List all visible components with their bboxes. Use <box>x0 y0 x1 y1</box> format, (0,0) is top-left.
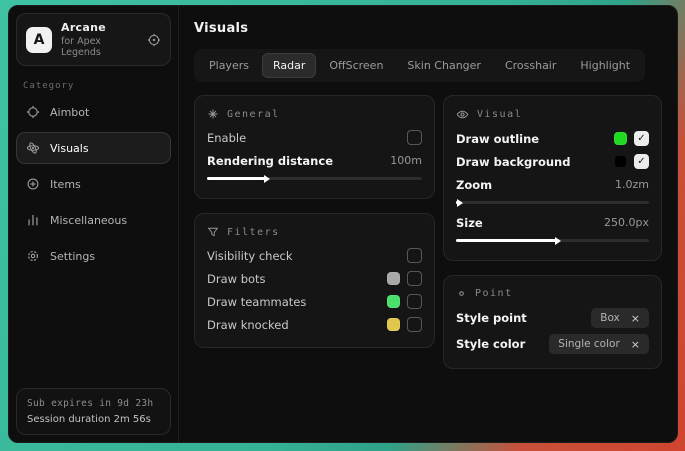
row-enable: Enable <box>207 126 422 149</box>
rendering-distance-value: 100m <box>390 154 422 167</box>
style-color-label: Style color <box>456 337 525 351</box>
bars-icon <box>26 213 40 227</box>
row-size: Size 250.0px <box>456 211 649 234</box>
sidebar-item-visuals[interactable]: Visuals <box>16 132 171 164</box>
style-point-label: Style point <box>456 311 527 325</box>
draw-teammates-checkbox[interactable] <box>407 294 422 309</box>
session-duration-text: Session duration 2m 56s <box>27 414 160 425</box>
slider-fill[interactable] <box>207 177 265 180</box>
tab-radar[interactable]: Radar <box>262 53 316 78</box>
zoom-label: Zoom <box>456 178 492 192</box>
row-visibility-check: Visibility check <box>207 244 422 267</box>
panel-visual: Visual Draw outline Draw background <box>443 95 662 261</box>
zoom-value: 1.0zm <box>615 178 649 191</box>
panel-visual-header: Visual <box>456 105 649 127</box>
row-draw-outline: Draw outline <box>456 127 649 150</box>
sidebar: A Arcane for Apex Legends Category <box>9 6 179 442</box>
session-card: Sub expires in 9d 23h Session duration 2… <box>16 388 171 435</box>
crosshair-icon <box>26 105 40 119</box>
app-logo: A <box>26 27 52 53</box>
row-style-point: Style point Box × <box>456 305 649 331</box>
size-slider[interactable] <box>456 239 649 242</box>
slider-fill[interactable] <box>456 201 458 204</box>
draw-bots-color-swatch[interactable] <box>387 272 400 285</box>
draw-knocked-checkbox[interactable] <box>407 317 422 332</box>
eye-icon <box>456 108 469 121</box>
size-value: 250.0px <box>604 216 649 229</box>
slider-fill[interactable] <box>456 239 556 242</box>
draw-background-color-swatch[interactable] <box>614 155 627 168</box>
visibility-check-checkbox[interactable] <box>407 248 422 263</box>
panel-general: General Enable Rendering distance 100m <box>194 95 435 199</box>
enable-checkbox[interactable] <box>407 130 422 145</box>
app-window: A Arcane for Apex Legends Category <box>8 5 678 443</box>
enable-label: Enable <box>207 131 246 145</box>
panel-filters-header: Filters <box>207 223 422 244</box>
size-label: Size <box>456 216 483 230</box>
sidebar-item-miscellaneous[interactable]: Miscellaneous <box>16 204 171 236</box>
row-rendering-distance: Rendering distance 100m <box>207 149 422 172</box>
page-title: Visuals <box>194 21 662 36</box>
row-draw-background: Draw background <box>456 150 649 173</box>
panel-point: Point Style point Box × Style color <box>443 275 662 369</box>
app-subtitle: for Apex Legends <box>61 36 129 58</box>
brand-card: A Arcane for Apex Legends <box>16 13 171 66</box>
sidebar-item-aimbot[interactable]: Aimbot <box>16 96 171 128</box>
tab-bar: Players Radar OffScreen Skin Changer Cro… <box>194 49 645 82</box>
sub-expiry-text: Sub expires in 9d 23h <box>27 398 160 409</box>
row-draw-knocked: Draw knocked <box>207 313 422 336</box>
style-point-select[interactable]: Box × <box>591 308 649 328</box>
sidebar-item-label: Aimbot <box>50 106 89 119</box>
draw-bots-checkbox[interactable] <box>407 271 422 286</box>
panel-general-header: General <box>207 105 422 126</box>
sidebar-item-label: Settings <box>50 250 95 263</box>
sidebar-item-label: Visuals <box>50 142 89 155</box>
row-draw-bots: Draw bots <box>207 267 422 290</box>
tab-crosshair[interactable]: Crosshair <box>494 53 567 78</box>
gear-icon <box>26 249 40 263</box>
tab-offscreen[interactable]: OffScreen <box>318 53 394 78</box>
dot-icon <box>456 288 467 299</box>
draw-outline-color-swatch[interactable] <box>614 132 627 145</box>
remove-icon[interactable]: × <box>631 339 640 350</box>
style-color-select[interactable]: Single color × <box>549 334 649 354</box>
desktop-background: A Arcane for Apex Legends Category <box>0 0 685 451</box>
draw-knocked-color-swatch[interactable] <box>387 318 400 331</box>
content-area: General Enable Rendering distance 100m <box>194 95 662 369</box>
remove-icon[interactable]: × <box>631 313 640 324</box>
draw-background-checkbox[interactable] <box>634 154 649 169</box>
atom-icon <box>26 141 40 155</box>
draw-outline-checkbox[interactable] <box>634 131 649 146</box>
filter-icon <box>207 226 219 238</box>
zoom-slider[interactable] <box>456 201 649 204</box>
sidebar-category-label: Category <box>23 81 164 91</box>
app-name: Arcane <box>61 21 129 34</box>
tab-highlight[interactable]: Highlight <box>569 53 641 78</box>
sidebar-nav: Aimbot Visuals <box>16 96 171 272</box>
row-zoom: Zoom 1.0zm <box>456 173 649 196</box>
sparkle-icon <box>207 108 219 120</box>
panel-point-header: Point <box>456 285 649 305</box>
row-draw-teammates: Draw teammates <box>207 290 422 313</box>
rendering-distance-slider[interactable] <box>207 177 422 180</box>
draw-teammates-color-swatch[interactable] <box>387 295 400 308</box>
row-style-color: Style color Single color × <box>456 331 649 357</box>
sidebar-item-label: Miscellaneous <box>50 214 127 227</box>
loot-icon <box>26 177 40 191</box>
sidebar-item-settings[interactable]: Settings <box>16 240 171 272</box>
sidebar-item-items[interactable]: Items <box>16 168 171 200</box>
sidebar-item-label: Items <box>50 178 81 191</box>
panel-filters: Filters Visibility check Draw bots <box>194 213 435 348</box>
target-icon[interactable] <box>147 33 161 47</box>
tab-skin-changer[interactable]: Skin Changer <box>396 53 492 78</box>
style-point-value: Box <box>600 312 620 324</box>
tab-players[interactable]: Players <box>198 53 260 78</box>
rendering-distance-label: Rendering distance <box>207 154 333 168</box>
main-panel: Visuals Players Radar OffScreen Skin Cha… <box>179 6 677 442</box>
brand-text: Arcane for Apex Legends <box>61 21 129 58</box>
style-color-value: Single color <box>558 338 619 350</box>
